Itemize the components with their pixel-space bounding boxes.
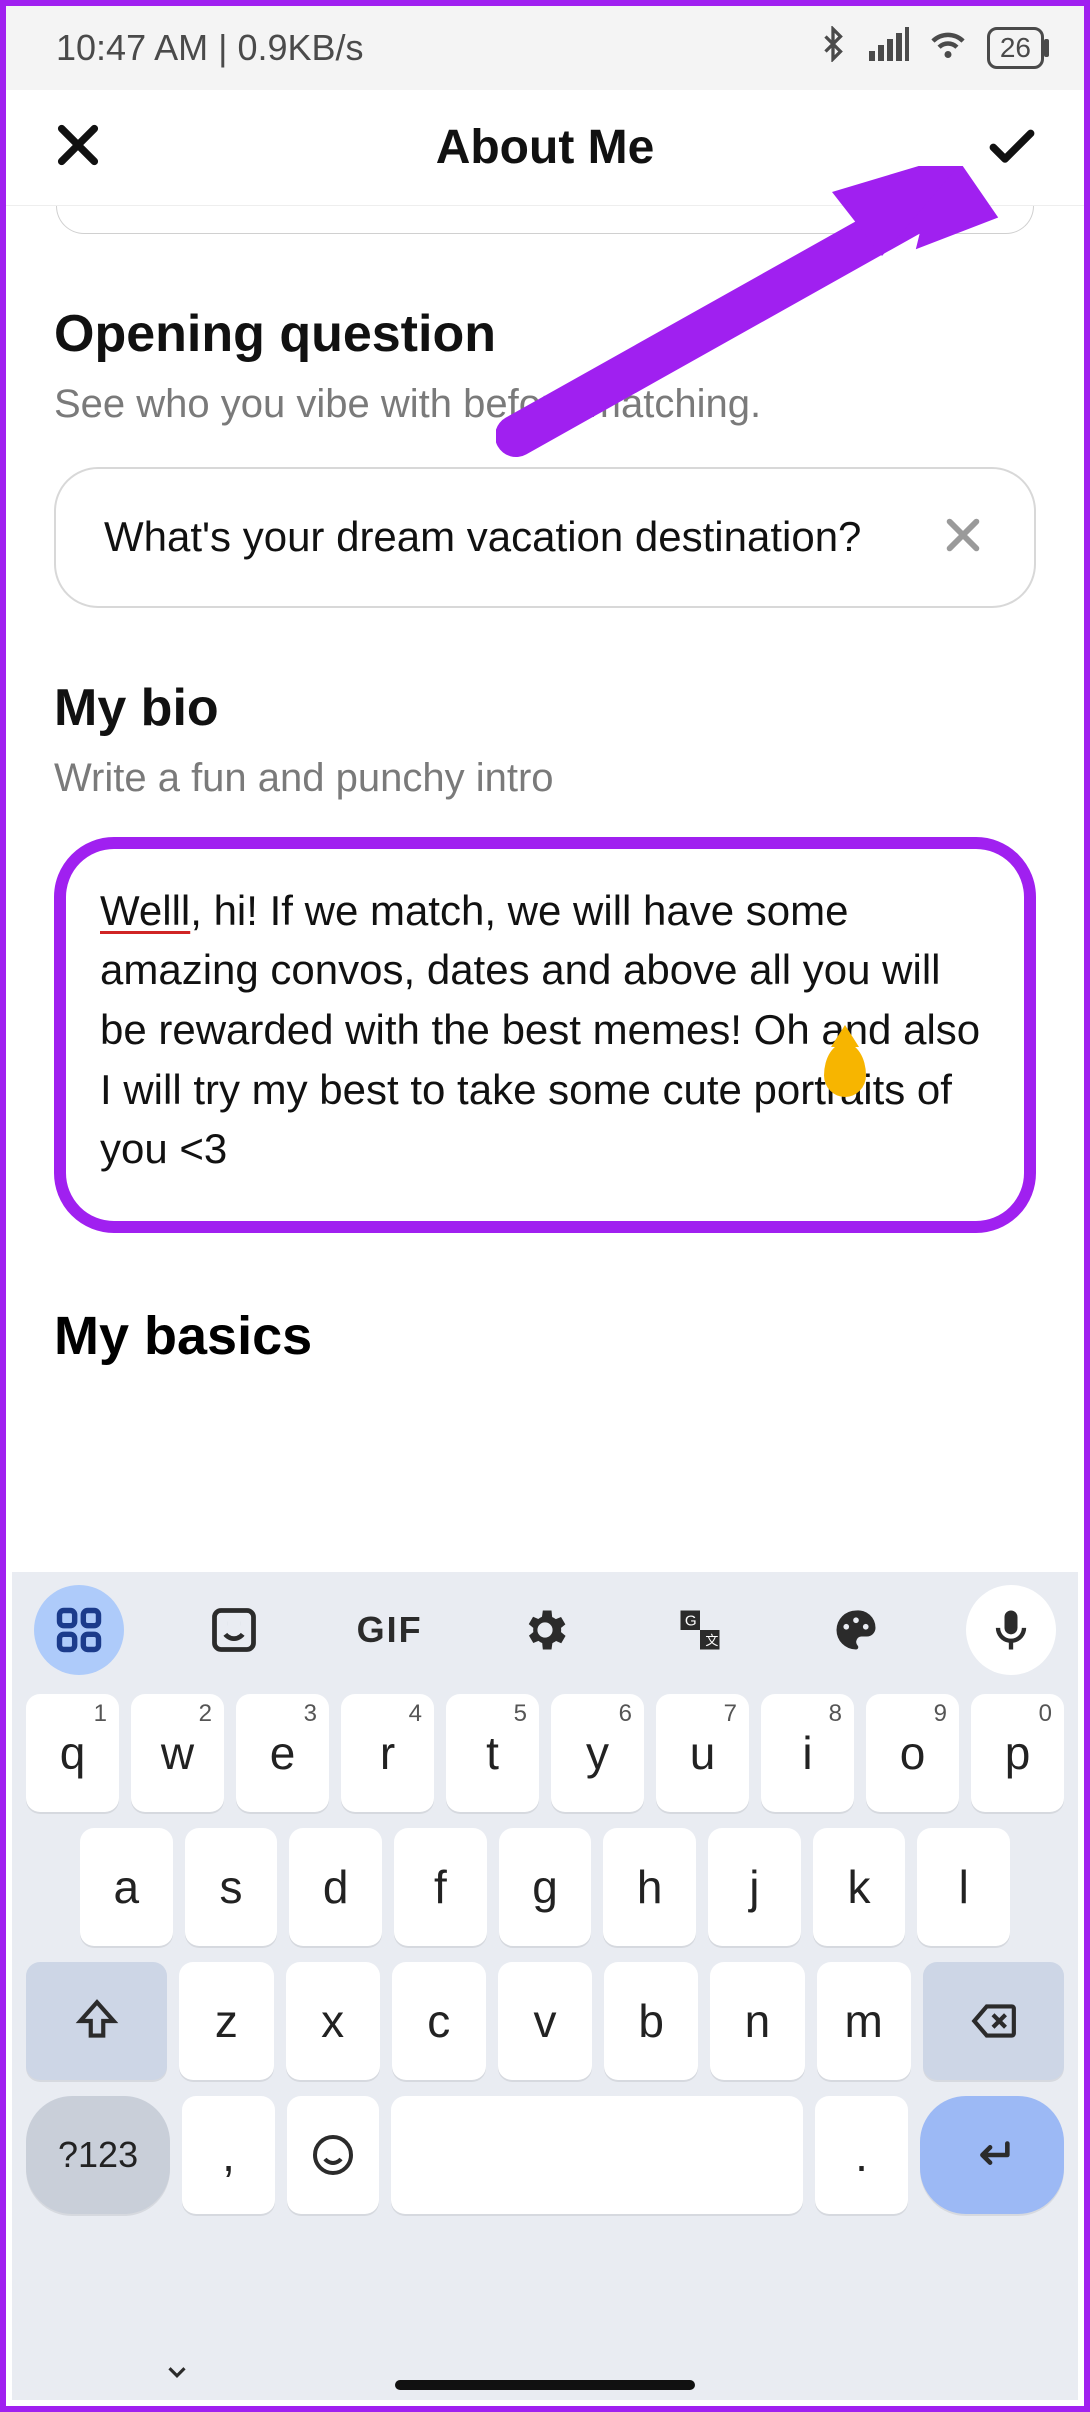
gif-button[interactable]: GIF [345, 1585, 435, 1675]
keyboard-collapse-icon[interactable] [162, 2357, 192, 2392]
key-f[interactable]: f [394, 1828, 487, 1946]
key-n[interactable]: n [710, 1962, 804, 2080]
key-a[interactable]: a [80, 1828, 173, 1946]
bio-text-field[interactable]: Welll, hi! If we match, we will have som… [54, 837, 1036, 1233]
bluetooth-icon [815, 26, 851, 71]
opening-question-card[interactable]: What's your dream vacation destination? [54, 467, 1036, 608]
symbols-key[interactable]: ?123 [26, 2096, 170, 2214]
keyboard-toolbar: GIF G文 [12, 1572, 1078, 1688]
opening-question-subtitle: See who you vibe with before matching. [54, 382, 1036, 427]
svg-text:G: G [685, 1613, 697, 1630]
keyboard-row-3: zxcvbnm [26, 1962, 1064, 2080]
cell-signal-icon [869, 27, 909, 70]
bio-misspelled-word: Welll [100, 887, 190, 934]
battery-indicator: 26 [987, 27, 1044, 69]
key-p[interactable]: p0 [971, 1694, 1064, 1812]
status-right: 26 [815, 23, 1044, 74]
key-c[interactable]: c [392, 1962, 486, 2080]
comma-key[interactable]: , [182, 2096, 275, 2214]
sticker-icon[interactable] [189, 1585, 279, 1675]
key-s[interactable]: s [185, 1828, 278, 1946]
key-h[interactable]: h [603, 1828, 696, 1946]
key-u[interactable]: u7 [656, 1694, 749, 1812]
key-o[interactable]: o9 [866, 1694, 959, 1812]
previous-card-peek [56, 206, 1034, 234]
status-bar: 10:47 AM | 0.9KB/s 26 [6, 6, 1084, 90]
key-j[interactable]: j [708, 1828, 801, 1946]
key-r[interactable]: r4 [341, 1694, 434, 1812]
bio-title: My bio [54, 678, 1036, 738]
key-i[interactable]: i8 [761, 1694, 854, 1812]
key-v[interactable]: v [498, 1962, 592, 2080]
keyboard-row-2: asdfghjkl [26, 1828, 1064, 1946]
key-z[interactable]: z [179, 1962, 273, 2080]
key-m[interactable]: m [817, 1962, 911, 2080]
key-d[interactable]: d [289, 1828, 382, 1946]
backspace-key[interactable] [923, 1962, 1064, 2080]
basics-title: My basics [54, 1305, 1036, 1367]
keyboard-settings-icon[interactable] [500, 1585, 590, 1675]
key-w[interactable]: w2 [131, 1694, 224, 1812]
key-x[interactable]: x [286, 1962, 380, 2080]
space-key[interactable] [391, 2096, 803, 2214]
key-q[interactable]: q1 [26, 1694, 119, 1812]
wifi-icon [927, 23, 969, 74]
key-l[interactable]: l [917, 1828, 1010, 1946]
svg-text:文: 文 [706, 1633, 719, 1648]
header: About Me [6, 90, 1084, 206]
confirm-button[interactable] [984, 117, 1040, 178]
close-button[interactable] [50, 117, 106, 178]
shift-key[interactable] [26, 1962, 167, 2080]
opening-question-text: What's your dream vacation destination? [104, 509, 861, 566]
keyboard-apps-icon[interactable] [34, 1585, 124, 1675]
content-area: Opening question See who you vibe with b… [6, 206, 1084, 1367]
translate-icon[interactable]: G文 [655, 1585, 745, 1675]
key-g[interactable]: g [499, 1828, 592, 1946]
keyboard-row-1: q1w2e3r4t5y6u7i8o9p0 [26, 1694, 1064, 1812]
key-t[interactable]: t5 [446, 1694, 539, 1812]
bio-subtitle: Write a fun and punchy intro [54, 756, 1036, 801]
keyboard-bottom-row: ?123 , . [12, 2096, 1078, 2214]
clear-question-button[interactable] [940, 512, 986, 563]
status-time: 10:47 AM | 0.9KB/s [56, 27, 364, 69]
microphone-icon[interactable] [966, 1585, 1056, 1675]
enter-key[interactable] [920, 2096, 1064, 2214]
key-b[interactable]: b [604, 1962, 698, 2080]
soft-keyboard: GIF G文 q1w2e3r4t5y6u7i8o9p0 asdfghjkl zx… [12, 1572, 1078, 2400]
theme-icon[interactable] [811, 1585, 901, 1675]
page-title: About Me [6, 120, 1084, 175]
key-y[interactable]: y6 [551, 1694, 644, 1812]
period-key[interactable]: . [815, 2096, 908, 2214]
emoji-key[interactable] [287, 2096, 380, 2214]
key-e[interactable]: e3 [236, 1694, 329, 1812]
opening-question-title: Opening question [54, 304, 1036, 364]
key-k[interactable]: k [813, 1828, 906, 1946]
